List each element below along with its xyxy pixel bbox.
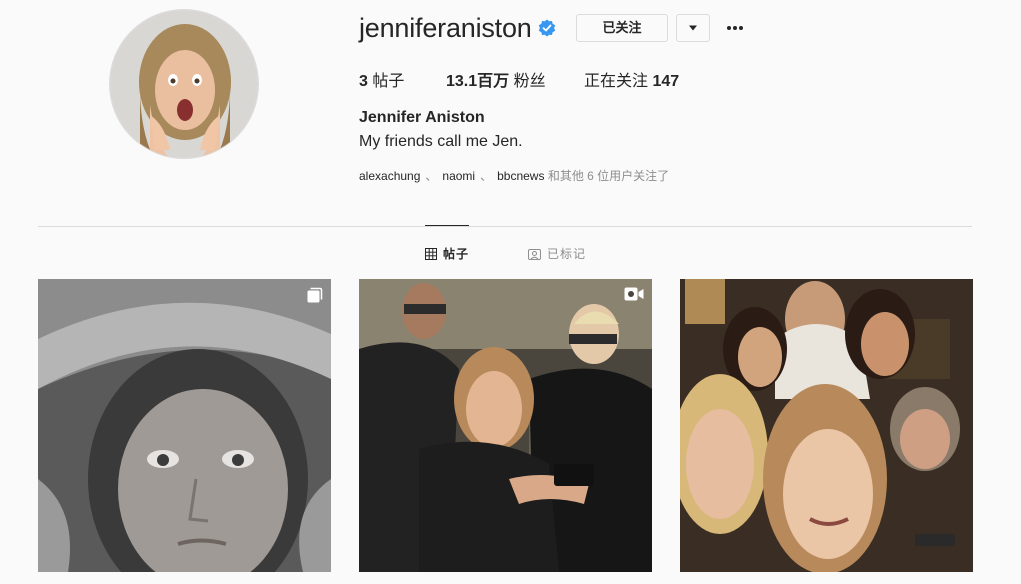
separator: 、	[425, 169, 438, 183]
followed-by-text[interactable]: alexachung 、 naomi 、 bbcnews 和其他 6 位用户关注了	[359, 167, 669, 184]
followers-stat[interactable]: 13.1百万 粉丝	[446, 67, 546, 91]
more-dots-icon	[727, 26, 743, 30]
following-stat[interactable]: 正在关注 147	[584, 67, 679, 91]
posts-count: 3	[359, 73, 368, 90]
chevron-down-icon	[689, 25, 697, 31]
tabs-divider	[38, 226, 972, 227]
tab-tagged[interactable]: 已标记	[528, 245, 586, 262]
post-thumbnail[interactable]	[359, 279, 652, 572]
post-image	[680, 279, 973, 572]
following-count: 147	[652, 73, 680, 90]
posts-stat: 3 帖子	[359, 67, 404, 91]
profile-full-name: Jennifer Aniston	[359, 109, 485, 126]
grid-icon	[425, 247, 437, 260]
post-image	[359, 279, 652, 572]
separator: 、	[480, 169, 493, 183]
video-icon	[624, 287, 644, 301]
followed-by-others: 和其他 6 位用户关注了	[547, 169, 670, 183]
suggestions-dropdown-button[interactable]	[676, 14, 710, 42]
post-thumbnail[interactable]	[680, 279, 973, 572]
carousel-icon	[307, 287, 323, 303]
followed-by-user[interactable]: alexachung	[359, 169, 420, 183]
followers-count: 13.1百万	[446, 73, 510, 90]
followers-label: 粉丝	[513, 73, 546, 90]
posts-label: 帖子	[372, 73, 405, 90]
tab-posts-label: 帖子	[443, 247, 470, 261]
more-options-button[interactable]	[722, 16, 748, 40]
following-label: 正在关注	[584, 73, 649, 90]
post-thumbnail[interactable]	[38, 279, 331, 572]
post-image	[38, 279, 331, 572]
active-tab-indicator	[425, 225, 469, 226]
profile-username: jenniferaniston	[359, 13, 532, 43]
tag-icon	[528, 248, 541, 260]
followed-by-user[interactable]: naomi	[442, 169, 475, 183]
followed-by-user[interactable]: bbcnews	[497, 169, 544, 183]
profile-bio: My friends call me Jen.	[359, 133, 523, 150]
tab-tagged-label: 已标记	[547, 247, 587, 261]
following-button[interactable]: 已关注	[576, 14, 668, 42]
verified-badge-icon	[538, 19, 556, 37]
tab-posts[interactable]: 帖子	[425, 245, 469, 262]
profile-avatar[interactable]	[109, 9, 259, 159]
